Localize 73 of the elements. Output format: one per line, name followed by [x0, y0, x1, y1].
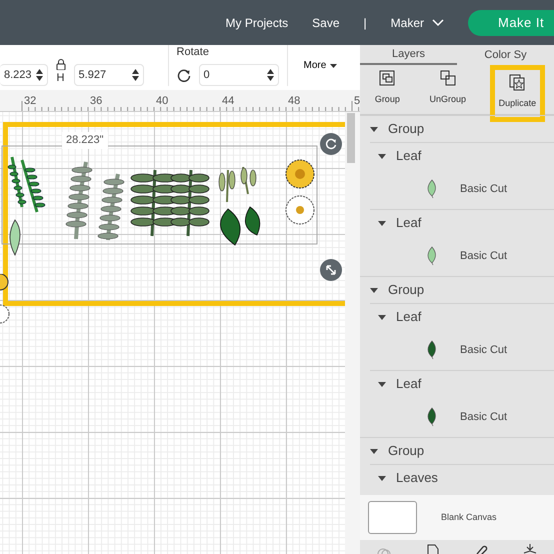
more-menu-button[interactable]: More [304, 58, 338, 73]
toolbar-action-button[interactable]: UnGroup [423, 65, 472, 110]
ruler-number: 48 [288, 94, 300, 109]
layer-name: Leaf [396, 375, 422, 394]
ruler-number: 32 [24, 94, 36, 109]
diagonal-arrows-icon [325, 264, 337, 276]
dimension-label: 28.223" [62, 132, 108, 148]
layer-item[interactable]: Basic Cut [360, 397, 554, 437]
vertical-scrollbar[interactable] [345, 112, 360, 554]
layer-name: Leaves [396, 469, 438, 488]
layer-row[interactable]: Leaves [370, 464, 554, 491]
layer-row[interactable]: Leaf [370, 303, 554, 330]
ungroup-icon [438, 69, 457, 87]
layer-item[interactable]: Basic Cut [360, 236, 554, 276]
canvas-layer[interactable]: Blank Canvas [360, 495, 554, 540]
group-icon [378, 69, 396, 87]
layer-row[interactable]: Group [360, 115, 554, 142]
height-label: H [56, 70, 64, 86]
flower-shapes-drawing [0, 274, 12, 324]
flatten-icon [522, 544, 537, 554]
height-field[interactable]: 5.927 [74, 64, 144, 86]
canvas-name: Blank Canvas [441, 510, 497, 524]
width-field[interactable]: 8.223 [0, 64, 48, 86]
layer-name: Group [388, 281, 424, 300]
rotate-field[interactable]: 0 [198, 64, 279, 86]
layer-item[interactable]: Basic Cut [360, 330, 554, 370]
ruler-number: 36 [90, 94, 102, 109]
panel-tab[interactable]: Layers [360, 45, 457, 65]
duplicate-icon [508, 73, 526, 91]
panel-tab[interactable]: Color Sy [457, 45, 554, 65]
layer-name: Group [388, 442, 424, 460]
layer-type: Basic Cut [460, 248, 508, 264]
stepper-icon [36, 69, 43, 81]
separator-text: | [364, 14, 367, 32]
layer-type: Basic Cut [460, 342, 508, 358]
scrollbar-thumb[interactable] [347, 113, 355, 163]
layer-name: Leaf [396, 214, 422, 232]
chevron-down-icon [432, 18, 444, 26]
nav-link-text[interactable]: Save [312, 14, 340, 32]
stepper-icon [266, 69, 274, 81]
machine-selector[interactable]: Maker [390, 14, 444, 32]
layer-row[interactable]: Leaf [370, 209, 554, 236]
rotate-label: Rotate [176, 45, 210, 60]
width-value: 8.223 [4, 68, 32, 83]
toolbar-action-button[interactable]: Duplicate [490, 65, 546, 122]
canvas-thumbnail [368, 501, 417, 534]
rotate-value: 0 [204, 68, 210, 83]
weld-icon [426, 544, 440, 554]
layer-name: Leaf [396, 147, 422, 166]
ruler-number: 44 [222, 94, 234, 109]
layer-type: Basic Cut [460, 182, 508, 197]
layer-type: Basic Cut [460, 410, 508, 425]
rotate-icon [325, 138, 337, 150]
padlock-icon [56, 58, 66, 70]
caret-icon [330, 64, 338, 68]
resize-handle[interactable] [320, 259, 342, 281]
layer-name: Leaf [396, 308, 422, 326]
rotate-icon [176, 68, 191, 82]
paperclip-icon [474, 544, 488, 554]
layer-row[interactable]: Leaf [370, 142, 554, 169]
toolbar-action-button[interactable]: Group [368, 65, 406, 110]
stepper-icon [132, 69, 139, 81]
nav-link-text[interactable]: My Projects [225, 14, 288, 32]
design-canvas[interactable]: 28.223" [0, 112, 345, 554]
layer-row[interactable]: Leaf [370, 370, 554, 397]
height-value: 5.927 [78, 68, 106, 83]
layer-row[interactable]: Group [360, 276, 554, 303]
layer-name: Group [388, 120, 424, 138]
layer-item[interactable]: Basic Cut [360, 169, 554, 209]
ruler-number: 40 [156, 94, 168, 109]
layer-row[interactable]: Group [360, 437, 554, 464]
ruler-number: 5 [354, 94, 360, 109]
rotate-handle[interactable] [320, 133, 342, 155]
